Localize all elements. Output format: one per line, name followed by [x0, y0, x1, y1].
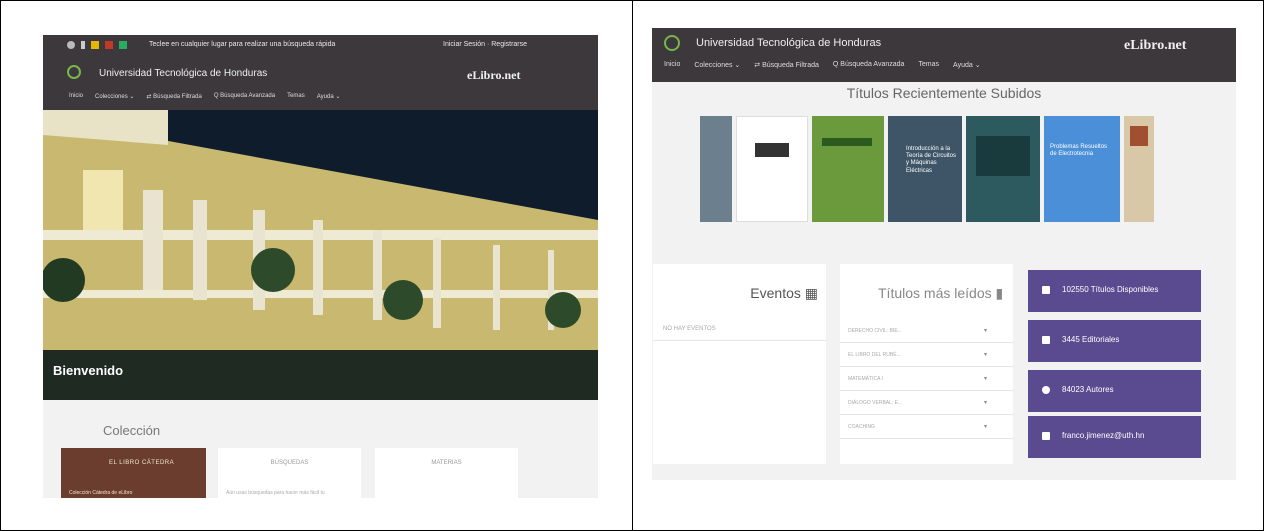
left-screenshot: Teclee en cualquier lugar para realizar …	[43, 35, 598, 498]
eventos-title: Eventos ▦	[750, 285, 818, 301]
book-title: Introducción a la Teoría de Circuitos y …	[906, 146, 957, 174]
book-cover[interactable]: Problemas Resueltos de Electrotecnia	[1044, 116, 1120, 222]
nav-busqueda-avanzada[interactable]: Q Búsqueda Avanzada	[833, 61, 904, 69]
welcome-text: Bienvenido	[53, 363, 124, 378]
coleccion-title: Colección	[103, 423, 161, 438]
materias-card[interactable]: MATERIAS	[375, 448, 518, 498]
list-item[interactable]: COACHING ▾	[840, 416, 1013, 439]
libro-catedra-title: EL LIBRO CÁTEDRA	[109, 460, 175, 466]
nav-ayuda[interactable]: Ayuda ⌄	[317, 93, 341, 100]
stat-publishers-tile[interactable]: 3445 Editoriales	[1028, 320, 1201, 362]
right-screenshot: Universidad Tecnológica de Honduras eLib…	[652, 28, 1236, 480]
elibro-logo[interactable]: eLibro.net	[467, 68, 520, 83]
busquedas-body: Aún usas búsquedas para hacer más fácil …	[226, 490, 325, 496]
book-cover[interactable]	[736, 116, 808, 222]
busquedas-card[interactable]: BÚSQUEDAS Aún usas búsquedas para hacer …	[218, 448, 361, 498]
site-header: Universidad Tecnológica de Honduras eLib…	[652, 28, 1236, 82]
nav-inicio[interactable]: Inicio	[69, 93, 83, 100]
site-header: Universidad Tecnológica de Honduras eLib…	[43, 56, 598, 110]
building-icon	[1042, 336, 1050, 344]
book-cover[interactable]	[812, 116, 884, 222]
edit-icon[interactable]	[81, 41, 85, 49]
login-register-link[interactable]: Iniciar Sesión · Registrarse	[443, 41, 527, 48]
book-icon: ▮	[995, 285, 1004, 301]
uth-logo-icon[interactable]	[67, 65, 81, 79]
list-item[interactable]: MATEMÁTICA I ▾	[840, 368, 1013, 391]
book-carousel: Introducción a la Teoría de Circuitos y …	[700, 116, 1160, 222]
mail-icon	[1042, 432, 1050, 440]
eventos-panel: Eventos ▦ NO HAY EVENTOS	[653, 264, 826, 464]
book-title: Problemas Resueltos de Electrotecnia	[1050, 144, 1108, 158]
user-icon	[1042, 386, 1050, 394]
user-email-tile[interactable]: franco.jimenez@uth.hn	[1028, 416, 1201, 458]
top-titles-panel: Títulos más leídos ▮ DERECHO CIVIL: BIE.…	[840, 264, 1013, 464]
university-name[interactable]: Universidad Tecnológica de Honduras	[99, 68, 267, 79]
social-icons	[67, 41, 127, 49]
elibro-logo[interactable]: eLibro.net	[1124, 38, 1186, 54]
flag-gb-icon[interactable]	[105, 41, 113, 49]
nav-busqueda-avanzada[interactable]: Q Búsqueda Avanzada	[214, 93, 275, 100]
divider	[653, 340, 826, 341]
book-cover[interactable]	[966, 116, 1040, 222]
arrow-icon: ▾	[984, 400, 988, 406]
no-events-text: NO HAY EVENTOS	[663, 326, 716, 332]
nav-colecciones[interactable]: Colecciones ⌄	[694, 61, 740, 69]
materias-title: MATERIAS	[431, 460, 462, 466]
calendar-icon: ▦	[804, 285, 818, 301]
book-cover[interactable]	[1124, 116, 1154, 222]
stat-authors-tile[interactable]: 84023 Autores	[1028, 370, 1201, 412]
nav-busqueda-filtrada[interactable]: ⇄ Búsqueda Filtrada	[754, 61, 819, 69]
libro-catedra-card[interactable]: EL LIBRO CÁTEDRA Colección Cátedra de eL…	[61, 448, 206, 498]
book-cover[interactable]	[700, 116, 732, 222]
top-titles-title: Títulos más leídos ▮	[878, 285, 1004, 301]
panel-divider	[632, 0, 633, 531]
university-name[interactable]: Universidad Tecnológica de Honduras	[696, 37, 881, 49]
list-item[interactable]: EL LIBRO DEL RUBÉ... ▾	[840, 344, 1013, 367]
nav-temas[interactable]: Temas	[287, 93, 305, 100]
settings-icon[interactable]	[67, 41, 75, 49]
top-utility-bar: Teclee en cualquier lugar para realizar …	[43, 35, 598, 56]
flag-br-icon[interactable]	[119, 41, 127, 49]
nav-ayuda[interactable]: Ayuda ⌄	[953, 61, 981, 69]
main-nav: Inicio Colecciones ⌄ ⇄ Búsqueda Filtrada…	[664, 61, 981, 69]
arrow-icon: ▾	[984, 352, 988, 358]
nav-temas[interactable]: Temas	[918, 61, 939, 69]
arrow-icon: ▾	[984, 424, 988, 430]
flag-es-icon[interactable]	[91, 41, 99, 49]
busquedas-title: BÚSQUEDAS	[270, 460, 309, 466]
list-item[interactable]: DIÁLOGO VERBAL: E... ▾	[840, 392, 1013, 415]
arrow-icon: ▾	[984, 328, 988, 334]
recent-titles-heading: Títulos Recientemente Subidos	[846, 85, 1042, 101]
book-icon	[1042, 286, 1050, 294]
list-item[interactable]: DERECHO CIVIL: BIE... ▾	[840, 320, 1013, 343]
nav-busqueda-filtrada[interactable]: ⇄ Búsqueda Filtrada	[146, 93, 201, 100]
book-cover[interactable]: Introducción a la Teoría de Circuitos y …	[888, 116, 962, 222]
main-nav: Inicio Colecciones ⌄ ⇄ Búsqueda Filtrada…	[69, 93, 340, 100]
arrow-icon: ▾	[984, 376, 988, 382]
uth-logo-icon[interactable]	[664, 35, 680, 51]
nav-inicio[interactable]: Inicio	[664, 61, 680, 69]
quick-search[interactable]: Teclee en cualquier lugar para realizar …	[149, 41, 335, 48]
hero-banner: Bienvenido	[43, 110, 598, 400]
stat-titles-tile[interactable]: 102550 Títulos Disponibles	[1028, 270, 1201, 312]
nav-colecciones[interactable]: Colecciones ⌄	[95, 93, 134, 100]
campus-building-photo	[43, 110, 598, 400]
libro-catedra-subtitle: Colección Cátedra de eLibro	[69, 490, 133, 496]
